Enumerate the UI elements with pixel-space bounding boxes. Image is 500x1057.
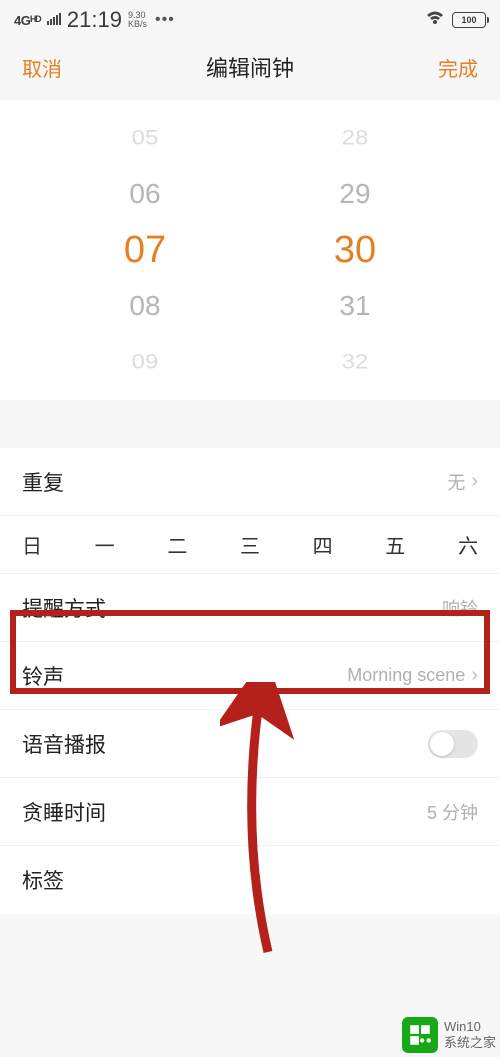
signal-bars-icon	[47, 13, 61, 28]
status-right: 100	[426, 11, 486, 30]
wifi-icon	[426, 11, 444, 30]
hour-option[interactable]: 06	[129, 166, 160, 222]
repeat-value: 无 ›	[447, 469, 478, 495]
remind-value: 响铃	[442, 595, 478, 621]
data-speed: 9.30 KB/s	[128, 11, 147, 29]
done-button[interactable]: 完成	[438, 53, 478, 82]
hour-selected[interactable]: 07	[124, 222, 166, 278]
snooze-value: 5 分钟	[427, 799, 478, 825]
voice-toggle[interactable]	[428, 730, 478, 758]
settings-list: 重复 无 › 日 一 二 三 四 五 六 提醒方式 响铃 铃声 Morning …	[0, 448, 500, 914]
status-time: 21:19	[67, 7, 122, 33]
day-mon[interactable]: 一	[95, 530, 115, 559]
cancel-button[interactable]: 取消	[22, 53, 62, 82]
tag-row[interactable]: 标签	[0, 846, 500, 914]
day-wed[interactable]: 三	[240, 530, 260, 559]
minute-option[interactable]: 32	[342, 337, 369, 387]
day-selector[interactable]: 日 一 二 三 四 五 六	[0, 516, 500, 574]
chevron-right-icon: ›	[471, 664, 478, 687]
repeat-row[interactable]: 重复 无 ›	[0, 448, 500, 516]
watermark-line1: Win10	[444, 1019, 496, 1035]
tag-label: 标签	[22, 865, 64, 895]
minute-option[interactable]: 28	[342, 113, 369, 163]
minute-option[interactable]: 31	[339, 278, 370, 334]
minute-selected[interactable]: 30	[334, 222, 376, 278]
minute-wheel[interactable]: 28 29 30 31 32	[250, 100, 460, 400]
minute-option[interactable]: 29	[339, 166, 370, 222]
hour-option[interactable]: 08	[129, 278, 160, 334]
battery-icon: 100	[452, 12, 486, 28]
ringtone-value-text: Morning scene	[347, 665, 465, 686]
voice-label: 语音播报	[22, 729, 106, 759]
day-thu[interactable]: 四	[313, 530, 333, 559]
hour-wheel[interactable]: 05 06 07 08 09	[40, 100, 250, 400]
day-sat[interactable]: 六	[458, 530, 478, 559]
watermark-logo-icon	[402, 1017, 438, 1053]
nav-bar: 取消 编辑闹钟 完成	[0, 40, 500, 94]
day-sun[interactable]: 日	[22, 530, 42, 559]
network-indicator: 4Gᴴᴰ	[14, 13, 41, 28]
remind-row[interactable]: 提醒方式 响铃	[0, 574, 500, 642]
hour-option[interactable]: 09	[132, 337, 159, 387]
time-picker[interactable]: 05 06 07 08 09 28 29 30 31 32	[0, 100, 500, 400]
hour-option[interactable]: 05	[132, 113, 159, 163]
remind-label: 提醒方式	[22, 593, 106, 623]
battery-value: 100	[461, 15, 476, 25]
ringtone-row[interactable]: 铃声 Morning scene ›	[0, 642, 500, 710]
data-speed-unit: KB/s	[128, 20, 147, 29]
chevron-right-icon: ›	[471, 470, 478, 493]
voice-row[interactable]: 语音播报	[0, 710, 500, 778]
repeat-value-text: 无	[447, 469, 465, 495]
watermark-line2: 系统之家	[444, 1035, 496, 1051]
repeat-label: 重复	[22, 467, 64, 497]
watermark-text: Win10 系统之家	[444, 1019, 496, 1050]
day-fri[interactable]: 五	[385, 530, 405, 559]
page-title: 编辑闹钟	[206, 51, 294, 83]
status-bar: 4Gᴴᴰ 21:19 9.30 KB/s ••• 100	[0, 0, 500, 40]
snooze-row[interactable]: 贪睡时间 5 分钟	[0, 778, 500, 846]
status-left: 4Gᴴᴰ 21:19 9.30 KB/s •••	[14, 7, 175, 33]
ringtone-value: Morning scene ›	[347, 664, 478, 687]
snooze-label: 贪睡时间	[22, 797, 106, 827]
more-dots-icon: •••	[155, 11, 175, 29]
ringtone-label: 铃声	[22, 661, 64, 691]
day-tue[interactable]: 二	[167, 530, 187, 559]
watermark: Win10 系统之家	[402, 1017, 496, 1053]
